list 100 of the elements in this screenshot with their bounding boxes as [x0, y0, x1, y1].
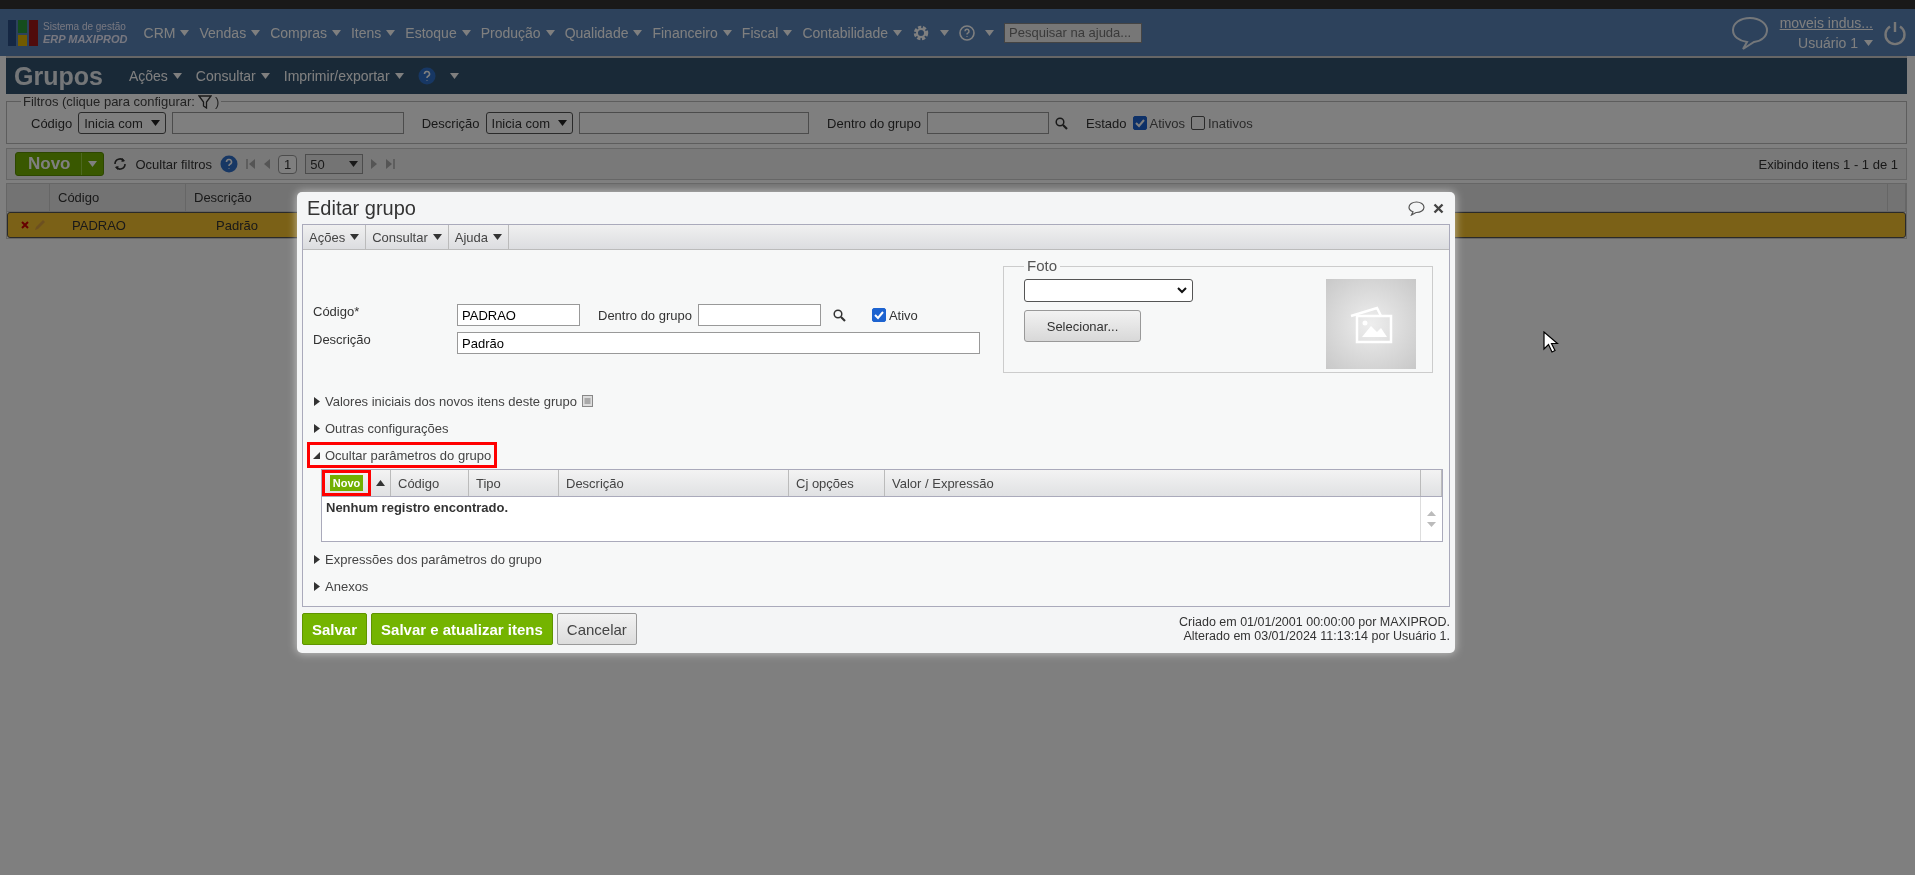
caret-icon [180, 29, 190, 36]
dialog-menu[interactable]: Ajuda [448, 225, 510, 249]
hide-filters-button[interactable]: Ocultar filtros [135, 156, 213, 172]
chat-icon[interactable] [1408, 200, 1425, 216]
nav-menu[interactable]: Produção [480, 24, 555, 41]
section-label: Valores iniciais dos novos itens deste grupo [325, 393, 577, 409]
dialog-menu[interactable]: Consultar [366, 225, 449, 249]
section-toggle[interactable]: Valores iniciais dos novos itens deste grupo [307, 388, 599, 414]
caret-icon [558, 120, 568, 126]
caret-icon [349, 161, 359, 167]
audit-text: Criado em 01/01/2001 00:00:00 por MAXIPROD. [1179, 615, 1450, 629]
caret-icon [386, 29, 396, 36]
triangle-right-icon [313, 581, 320, 591]
first-page-icon[interactable] [246, 159, 256, 169]
checkbox[interactable] [871, 308, 886, 322]
triangle-right-icon [313, 396, 320, 406]
parent-group-field[interactable] [697, 304, 821, 326]
nav-menu[interactable]: Compras [270, 24, 341, 41]
page-size-select[interactable]: 50 [305, 154, 364, 174]
column-header[interactable]: Cj opções [789, 470, 885, 496]
section-toggle[interactable]: Ocultar parâmetros do grupo [307, 442, 498, 468]
column-header[interactable]: Descrição [559, 470, 789, 496]
section-label: Ocultar parâmetros do grupo [325, 447, 492, 463]
section-toggle[interactable]: Outras configurações [307, 415, 455, 441]
column-header[interactable]: Valor / Expressão [885, 470, 1421, 496]
help-icon[interactable] [959, 24, 975, 41]
delete-icon[interactable] [21, 221, 29, 229]
caret-icon [461, 29, 471, 36]
close-icon[interactable] [1433, 202, 1444, 214]
caret-icon [449, 73, 459, 79]
field-label: Dentro do grupo [827, 115, 921, 131]
new-parameter-button[interactable]: Novo [329, 475, 364, 491]
logo-text: ERP MAXIPROD [43, 32, 128, 45]
help-icon[interactable] [220, 155, 239, 173]
column-header[interactable]: Tipo [469, 470, 559, 496]
parent-filter-field[interactable] [927, 112, 1049, 134]
caret-icon [893, 29, 902, 36]
code-field[interactable]: PADRAO [457, 304, 580, 326]
operator-select[interactable]: Inicia com [485, 112, 574, 134]
caret-icon [432, 234, 442, 240]
save-button[interactable]: Salvar e atualizar itens [371, 613, 553, 645]
cancel-button[interactable]: Cancelar [556, 613, 637, 645]
photo-select[interactable] [1024, 279, 1193, 302]
previous-page-icon[interactable] [263, 159, 271, 169]
section-label: Anexos [325, 578, 369, 594]
refresh-icon[interactable] [111, 157, 128, 171]
nav-menu[interactable]: Estoque [405, 24, 471, 41]
page-number[interactable]: 1 [278, 154, 298, 174]
caret-icon [1864, 39, 1873, 46]
page-menu[interactable]: Consultar [195, 68, 270, 84]
select-photo-button[interactable]: Selecionar... [1024, 310, 1141, 342]
scroll-up-icon[interactable] [1427, 511, 1436, 516]
sort-up-icon[interactable] [376, 480, 385, 486]
caret-icon [260, 73, 270, 79]
logo-icon [8, 17, 38, 48]
items-summary: Exibindo itens 1 - 1 de 1 [1758, 156, 1898, 172]
table-cell-text: PADRAO [71, 217, 127, 233]
section-toggle[interactable]: Anexos [307, 573, 375, 599]
field-label: Código [31, 115, 73, 131]
filters-legend[interactable]: Filtros (clique para configurar: [23, 94, 195, 109]
section-toggle[interactable]: Expressões dos parâmetros do grupo [307, 546, 548, 572]
checkbox[interactable] [1190, 116, 1205, 130]
nav-menu[interactable]: Vendas [199, 24, 261, 41]
next-page-icon[interactable] [371, 159, 379, 169]
field-label: Código* [313, 304, 361, 321]
funnel-icon[interactable] [197, 94, 212, 109]
power-icon[interactable] [1883, 19, 1907, 46]
caret-icon [87, 161, 97, 167]
caret-icon [150, 120, 160, 126]
column-header[interactable]: Código [391, 470, 469, 496]
caret-icon [350, 234, 360, 240]
help-search-field[interactable]: Pesquisar na ajuda... [1004, 22, 1142, 43]
company-link[interactable]: moveis indus... [1779, 14, 1873, 31]
note-icon[interactable] [581, 395, 593, 407]
triangle-right-icon [313, 554, 320, 564]
dialog-menu[interactable]: Ações [303, 225, 367, 249]
nav-menu[interactable]: Qualidade [564, 24, 643, 41]
last-page-icon[interactable] [386, 159, 396, 169]
nav-menu[interactable]: Contabilidade [802, 24, 902, 41]
nav-menu[interactable]: CRM [143, 24, 190, 41]
description-field[interactable]: Padrão [457, 332, 980, 354]
code-filter-field[interactable] [171, 112, 404, 134]
nav-menu[interactable]: Fiscal [741, 24, 793, 41]
user-menu[interactable]: Usuário 1 [1798, 34, 1873, 51]
description-filter-field[interactable] [579, 112, 810, 134]
caret-icon [251, 29, 261, 36]
page-menu[interactable]: Imprimir/exportar [283, 68, 404, 84]
operator-select[interactable]: Inicia com [78, 112, 166, 134]
page-menu[interactable]: Ações [128, 68, 182, 84]
save-button[interactable]: Salvar [302, 613, 368, 645]
column-header[interactable]: Código [50, 184, 186, 211]
help-icon[interactable] [417, 67, 436, 85]
nav-menu[interactable]: Itens [350, 24, 396, 41]
nav-menu[interactable]: Financeiro [652, 24, 732, 41]
table-cell-text: Padrão [215, 217, 259, 233]
checkbox-label: Ativos [1149, 115, 1185, 131]
gear-icon[interactable] [912, 23, 930, 42]
search-icon[interactable] [832, 308, 846, 322]
scroll-down-icon[interactable] [1427, 522, 1436, 527]
checkbox[interactable] [1132, 116, 1147, 130]
